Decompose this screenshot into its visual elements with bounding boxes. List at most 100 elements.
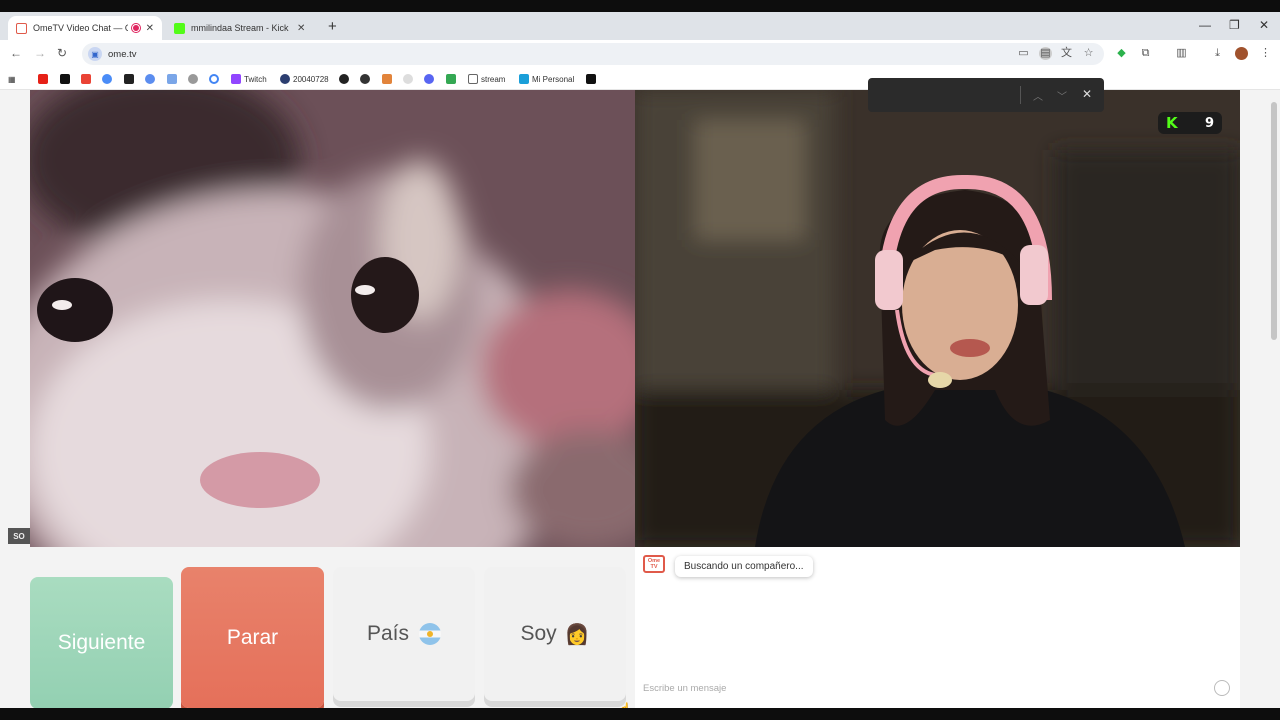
bookmark-feather[interactable] [360,72,373,86]
google-icon [209,74,219,84]
url-text: ome.tv [108,48,137,60]
x-icon [60,74,70,84]
country-button[interactable]: País [333,567,475,701]
find-previous-icon[interactable]: ︿ [1033,88,1043,103]
bookmark-label: 20040728 [293,74,329,84]
side-panel-icon[interactable]: ▥ [1175,47,1188,60]
tab-title: OmeTV Video Chat — Ome [33,23,128,33]
c-icon [102,74,112,84]
site-info-icon[interactable]: ▣ [88,47,102,61]
gmail-icon [81,74,91,84]
profile-icon [280,74,290,84]
bookmark-star-icon[interactable]: ☆ [1082,47,1095,60]
translate-icon[interactable]: 文 [1060,47,1073,60]
tab-ometv[interactable]: OmeTV Video Chat — Ome ✕ [8,16,162,40]
bookmark-tiktok[interactable] [586,72,599,86]
bookmark-20040728[interactable]: 20040728 [280,72,329,86]
download-icon[interactable]: ⤓ [1211,47,1224,60]
drive-icon [446,74,456,84]
find-input[interactable] [874,85,1020,105]
streamer-image [635,90,1240,547]
scrollbar-thumb[interactable] [1271,102,1277,340]
extensions-icon[interactable]: ⧉ [1139,47,1152,60]
bookmark-stream-ext[interactable] [382,72,395,86]
browser-window: OmeTV Video Chat — Ome ✕ mmilindaa Strea… [0,12,1280,708]
bookmark-gmail[interactable] [81,72,94,86]
find-bar: ︿ ﹀ ✕ [868,78,1104,112]
address-bar[interactable]: ▣ ome.tv [82,43,1104,65]
bookmark-x[interactable] [60,72,73,86]
twitch-icon [231,74,241,84]
reload-icon[interactable]: ↻ [57,46,67,60]
bookmark-stream[interactable]: stream [468,72,505,86]
own-video [635,90,1240,547]
bookmark-twitch[interactable]: Twitch [231,72,267,86]
stop-button[interactable]: Parar [181,567,324,708]
stop-button-label: Parar [226,625,279,649]
bookmark-o[interactable] [124,72,137,86]
profile-avatar-icon[interactable] [1235,47,1248,60]
o-icon [124,74,134,84]
ext-icon [167,74,177,84]
dot-icon [403,74,413,84]
minimize-icon[interactable]: — [1199,18,1211,32]
tab-strip: OmeTV Video Chat — Ome ✕ mmilindaa Strea… [0,12,1280,40]
next-button-label: Siguiente [57,631,146,654]
reader-icon[interactable]: ▤ [1039,47,1052,60]
tiktok-icon [586,74,596,84]
bookmark-label: Mi Personal [532,74,575,84]
emoji-picker-icon[interactable] [1214,680,1230,696]
recording-icon [131,24,140,32]
youtube-icon [38,74,48,84]
bookmark-google[interactable] [209,72,222,86]
bookmark-c[interactable] [102,72,115,86]
ometv-logo-icon: Ome TV [643,555,665,573]
bookmark-label: Twitch [244,74,267,84]
bookmark-discord[interactable] [424,72,437,86]
mouse-cursor-icon: ☝ [617,702,632,708]
close-tab-icon[interactable]: ✕ [146,23,154,34]
message-input[interactable] [643,681,1203,695]
girl-emoji-icon: 👩 [564,622,590,646]
back-icon[interactable]: ← [10,46,22,60]
apple-icon [188,74,198,84]
bookmark-mi-personal[interactable]: Mi Personal [519,72,574,86]
restore-icon[interactable]: ❐ [1229,18,1240,32]
bookmark-dot[interactable] [403,72,416,86]
threads-icon [339,74,349,84]
chat-panel: Ome TV Buscando un compañero... [635,547,1240,708]
discord-icon [424,74,434,84]
bookmark-sparkle[interactable] [145,72,158,86]
site-icon [519,74,529,84]
country-button-label: País [366,622,410,645]
gender-button[interactable]: Soy 👩 [484,567,626,701]
apps-grid-icon[interactable]: ▦ [8,72,16,86]
stream-ext-icon [382,74,392,84]
bookmark-apple[interactable] [188,72,201,86]
bookmark-ext[interactable] [167,72,180,86]
toolbar: ← → ↻ ▣ ome.tv ▭ ▤ 文 ☆ ◆ ⧉ ▥ ⤓ ⋮ [0,40,1280,68]
new-tab-icon[interactable]: + [328,18,337,35]
close-window-icon[interactable]: ✕ [1259,18,1269,32]
forward-icon[interactable]: → [34,46,46,60]
kick-favicon-icon [174,22,185,34]
menu-icon[interactable]: ⋮ [1259,47,1272,60]
kick-logo-icon: K [1166,114,1178,132]
close-tab-icon[interactable]: ✕ [297,23,305,34]
bookmark-threads[interactable] [339,72,352,86]
bookmark-youtube[interactable] [38,72,51,86]
page-scrollbar[interactable] [1268,90,1280,708]
tab-title: mmilindaa Stream - Kick Dashb [191,23,291,33]
feather-icon [360,74,370,84]
shield-extension-icon[interactable]: ◆ [1115,47,1128,60]
partner-video [30,90,635,547]
find-close-icon[interactable]: ✕ [1082,87,1092,101]
find-next-icon[interactable]: ﹀ [1057,88,1067,103]
tab-kick[interactable]: mmilindaa Stream - Kick Dashb ✕ [166,16,320,40]
argentina-flag-icon [419,623,442,645]
next-button[interactable]: Siguiente [30,577,173,708]
ometv-favicon-icon [16,22,27,34]
cast-icon[interactable]: ▭ [1017,47,1030,60]
bookmark-drive[interactable] [446,72,459,86]
gender-button-label: Soy [520,622,557,645]
